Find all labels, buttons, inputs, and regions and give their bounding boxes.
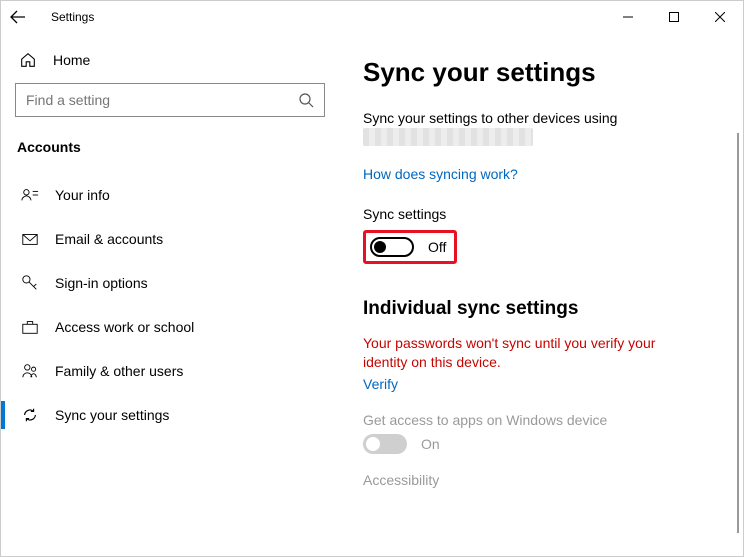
close-button[interactable] — [697, 1, 743, 33]
sync-toggle-state: Off — [428, 239, 446, 255]
apps-toggle-row: On — [363, 434, 733, 454]
apps-toggle-state: On — [421, 436, 440, 452]
nav-email-accounts[interactable]: Email & accounts — [15, 217, 325, 261]
search-input[interactable] — [26, 92, 298, 108]
home-icon — [19, 51, 37, 69]
content-area: Home Accounts Your info Email & accounts… — [1, 33, 743, 556]
people-icon — [21, 362, 39, 380]
nav-label: Access work or school — [55, 319, 194, 335]
settings-window: Settings Home Accounts — [0, 0, 744, 557]
nav-label: Sync your settings — [55, 407, 169, 423]
apps-toggle — [363, 434, 407, 454]
back-button[interactable] — [9, 8, 27, 26]
nav-label: Email & accounts — [55, 231, 163, 247]
verify-link[interactable]: Verify — [363, 376, 398, 392]
sync-toggle-highlight: Off — [363, 230, 457, 264]
sync-toggle[interactable] — [370, 237, 414, 257]
titlebar-left: Settings — [9, 8, 94, 26]
sync-toggle-row: Off — [370, 237, 446, 257]
nav-family-users[interactable]: Family & other users — [15, 349, 325, 393]
main-panel: Sync your settings Sync your settings to… — [339, 33, 743, 556]
sync-description: Sync your settings to other devices usin… — [363, 110, 733, 126]
sync-settings-label: Sync settings — [363, 206, 733, 222]
minimize-icon — [623, 12, 633, 22]
password-sync-warning: Your passwords won't sync until you veri… — [363, 334, 663, 372]
person-card-icon — [21, 186, 39, 204]
nav-signin-options[interactable]: Sign-in options — [15, 261, 325, 305]
maximize-icon — [669, 12, 679, 22]
page-title: Sync your settings — [363, 57, 733, 88]
home-label: Home — [53, 52, 90, 68]
accessibility-label: Accessibility — [363, 472, 733, 488]
app-title: Settings — [51, 10, 94, 24]
individual-sync-title: Individual sync settings — [363, 298, 733, 320]
sync-icon — [21, 406, 39, 424]
titlebar: Settings — [1, 1, 743, 33]
close-icon — [715, 12, 725, 22]
account-identity-redacted — [363, 128, 533, 146]
briefcase-icon — [21, 318, 39, 336]
nav-sync-settings[interactable]: Sync your settings — [15, 393, 325, 437]
mail-icon — [21, 230, 39, 248]
home-nav[interactable]: Home — [15, 45, 325, 83]
search-icon — [298, 92, 314, 108]
apps-access-label: Get access to apps on Windows device — [363, 412, 733, 428]
nav-label: Family & other users — [55, 363, 183, 379]
category-label: Accounts — [17, 139, 325, 155]
minimize-button[interactable] — [605, 1, 651, 33]
window-controls — [605, 1, 743, 33]
scrollbar[interactable] — [737, 133, 739, 533]
sidebar: Home Accounts Your info Email & accounts… — [1, 33, 339, 556]
how-syncing-works-link[interactable]: How does syncing work? — [363, 166, 518, 182]
nav-your-info[interactable]: Your info — [15, 173, 325, 217]
nav-access-work-school[interactable]: Access work or school — [15, 305, 325, 349]
nav-label: Your info — [55, 187, 110, 203]
maximize-button[interactable] — [651, 1, 697, 33]
search-box[interactable] — [15, 83, 325, 117]
back-arrow-icon — [10, 9, 26, 25]
key-icon — [21, 274, 39, 292]
nav-label: Sign-in options — [55, 275, 148, 291]
